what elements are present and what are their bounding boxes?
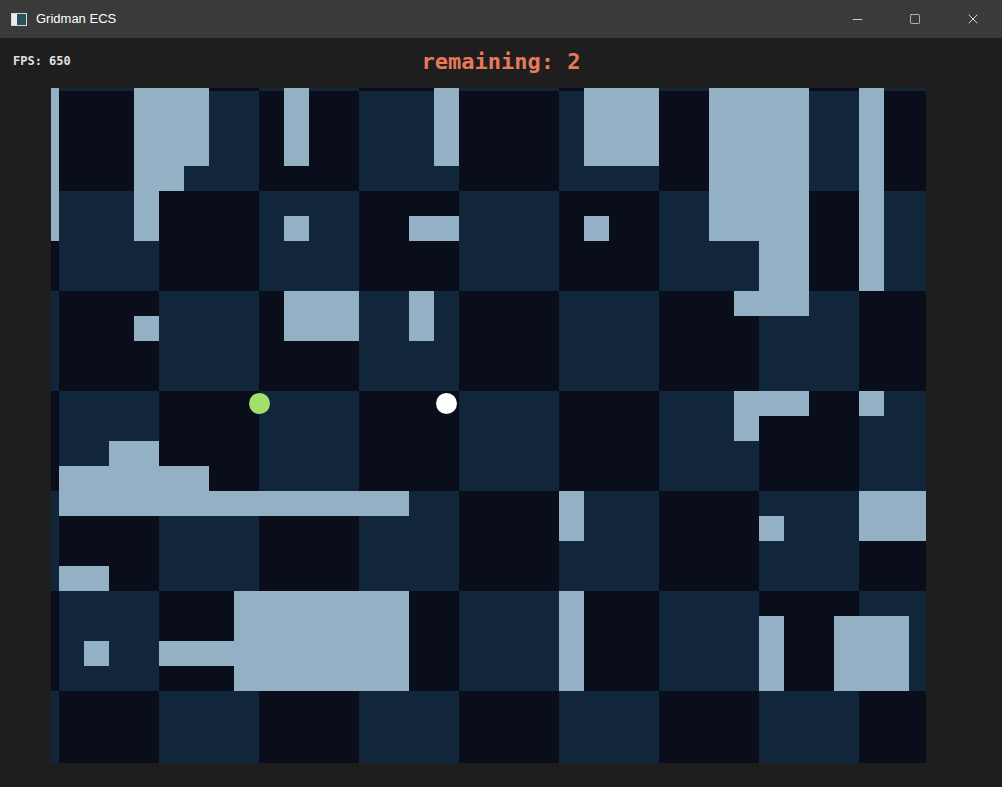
close-icon [965, 11, 981, 27]
floor-cell [559, 191, 659, 291]
floor-cell [259, 391, 359, 491]
minimize-button[interactable] [828, 0, 886, 38]
wall [759, 516, 784, 541]
wall [284, 88, 309, 166]
floor-cell [559, 291, 659, 391]
floor-cell [51, 691, 59, 763]
floor-cell [59, 691, 159, 763]
floor-cell [759, 491, 859, 591]
floor-cell [459, 591, 559, 691]
floor-cell [51, 591, 59, 691]
maximize-button[interactable] [886, 0, 944, 38]
wall [134, 316, 159, 341]
wall [859, 88, 884, 291]
wall [759, 616, 784, 691]
floor-cell [559, 391, 659, 491]
floor-cell [859, 691, 926, 763]
floor-cell [459, 91, 559, 191]
wall [584, 216, 609, 241]
floor-cell [259, 191, 359, 291]
wall [409, 291, 434, 341]
close-button[interactable] [944, 0, 1002, 38]
wall [134, 191, 159, 241]
wall [834, 616, 909, 691]
wall [734, 391, 809, 416]
player [249, 393, 270, 414]
wall [409, 216, 459, 241]
floor-cell [51, 491, 59, 591]
wall [134, 88, 209, 166]
floor-cell [159, 291, 259, 391]
window-title: Gridman ECS [36, 9, 116, 29]
wall [59, 491, 409, 516]
floor-cell [759, 691, 859, 763]
ghost [436, 393, 457, 414]
wall [434, 88, 459, 166]
floor-cell [51, 391, 59, 491]
wall [84, 641, 109, 666]
floor-cell [859, 291, 926, 391]
floor-cell [459, 691, 559, 763]
title-bar: Gridman ECS [0, 0, 1002, 38]
floor-cell [59, 291, 159, 391]
wall [59, 466, 209, 491]
remaining-counter: remaining: 2 [422, 49, 581, 74]
wall [109, 441, 159, 466]
wall [584, 88, 659, 166]
wall [59, 566, 109, 591]
game-window: Gridman ECS FPS: 650 remaining: 2 [0, 0, 1002, 787]
fps-counter: FPS: 650 [13, 54, 71, 68]
floor-cell [51, 291, 59, 391]
wall [759, 241, 809, 291]
floor-cell [159, 191, 259, 291]
floor-cell [659, 691, 759, 763]
wall [734, 416, 759, 441]
floor-cell [659, 491, 759, 591]
floor-cell [59, 591, 159, 691]
floor-cell [459, 291, 559, 391]
wall [134, 166, 184, 191]
floor-cell [259, 691, 359, 763]
wall [234, 591, 409, 691]
wall [159, 641, 234, 666]
floor-cell [359, 191, 459, 291]
floor-cell [359, 691, 459, 763]
wall [284, 291, 359, 341]
wall [284, 216, 309, 241]
floor-cell [459, 491, 559, 591]
floor-cell [259, 91, 359, 191]
floor-cell [459, 191, 559, 291]
wall [559, 591, 584, 691]
wall [859, 391, 884, 416]
game-board [51, 88, 926, 763]
floor-cell [659, 591, 759, 691]
maximize-icon [909, 13, 921, 25]
app-icon [11, 13, 27, 26]
wall [734, 291, 809, 316]
hud: FPS: 650 remaining: 2 [0, 38, 1002, 88]
floor-cell [559, 691, 659, 763]
minimize-icon [850, 12, 865, 27]
floor-cell [459, 391, 559, 491]
floor-cell [159, 691, 259, 763]
wall [859, 491, 926, 541]
wall [559, 491, 584, 541]
wall [709, 88, 809, 241]
wall [51, 88, 59, 241]
